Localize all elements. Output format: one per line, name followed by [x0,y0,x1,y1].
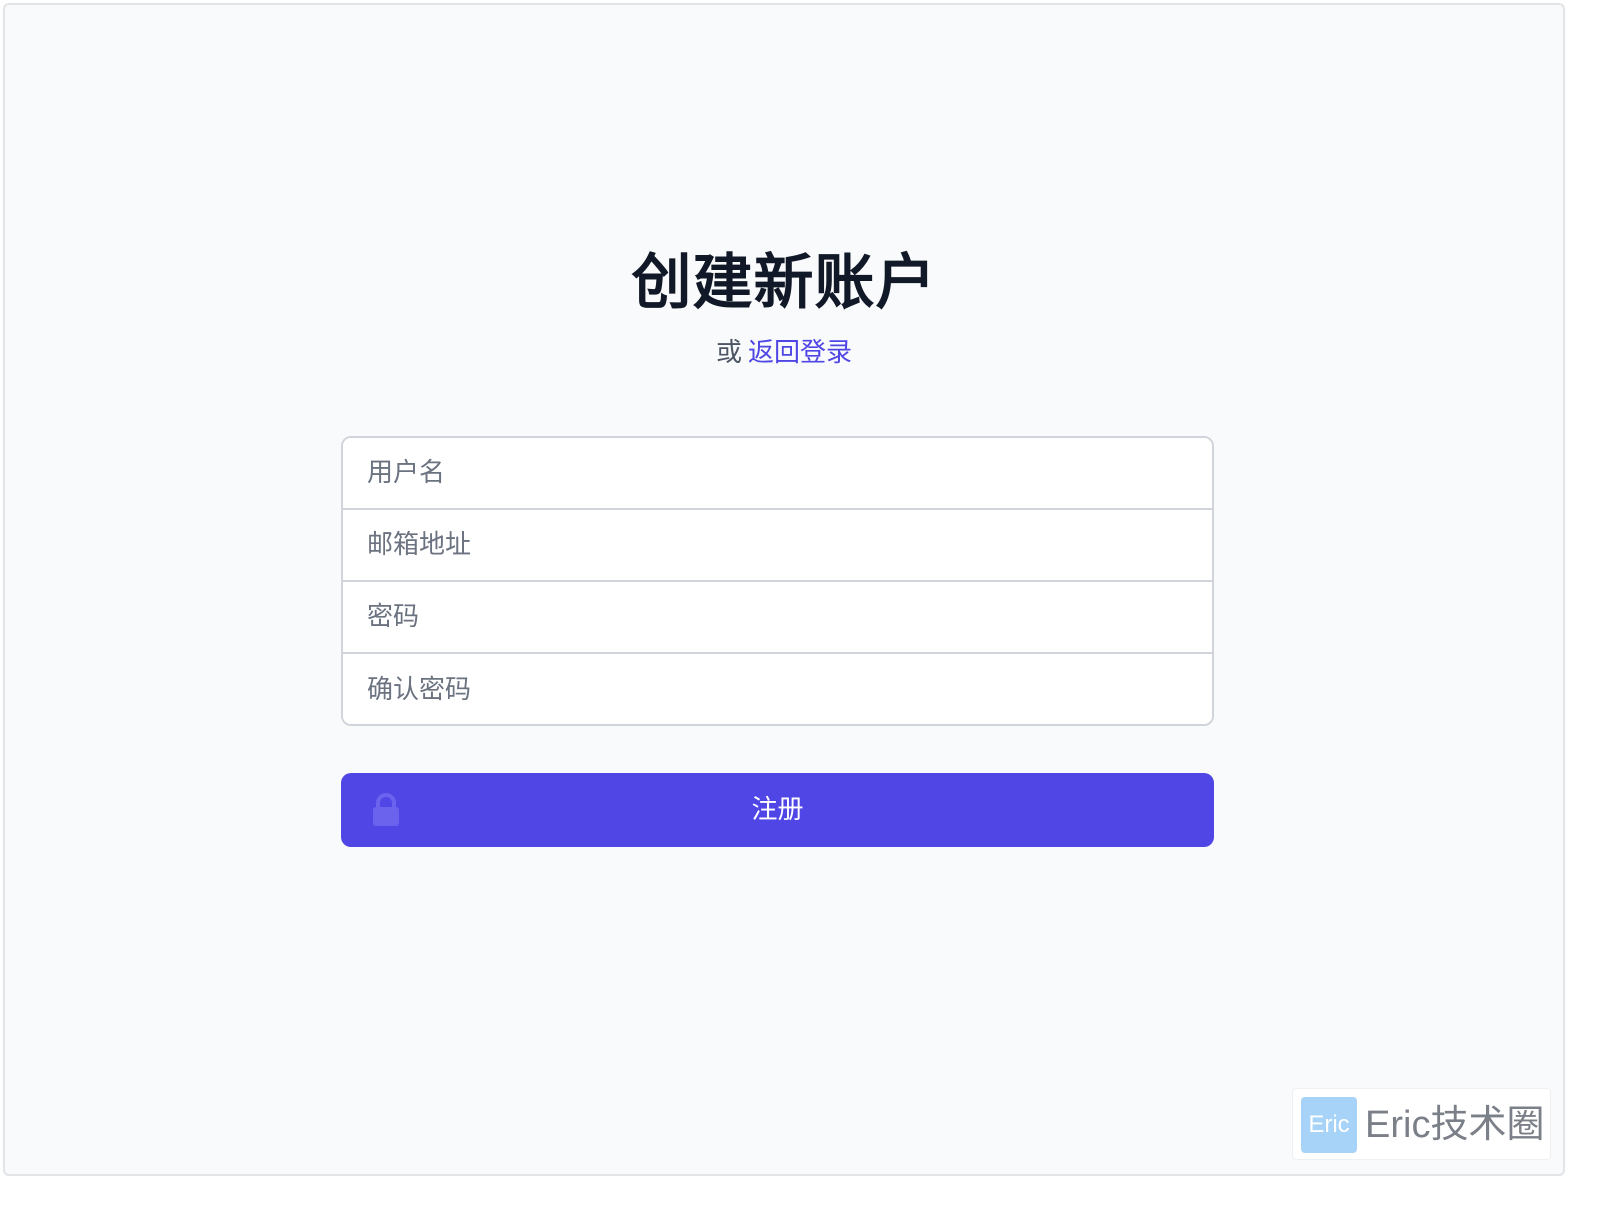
watermark-badge: Eric [1301,1097,1357,1153]
page-title: 创建新账户 [631,248,937,318]
subtitle: 或返回登录 [5,335,1563,371]
confirm-password-input[interactable] [343,654,1212,724]
register-button-label: 注册 [751,795,804,825]
email-input[interactable] [343,510,1212,582]
subtitle-prefix: 或 [715,338,742,368]
register-form [341,436,1214,726]
page-frame: 创建新账户 或返回登录 注册 Eric Eric技术圈 [3,3,1565,1176]
watermark-text: Eric技术圈 [1365,1104,1545,1146]
register-button[interactable]: 注册 [341,773,1214,847]
watermark: Eric Eric技术圈 [1292,1088,1551,1160]
lock-icon [373,793,399,826]
username-input[interactable] [343,438,1212,510]
back-to-login-link[interactable]: 返回登录 [748,338,852,368]
password-input[interactable] [343,582,1212,654]
